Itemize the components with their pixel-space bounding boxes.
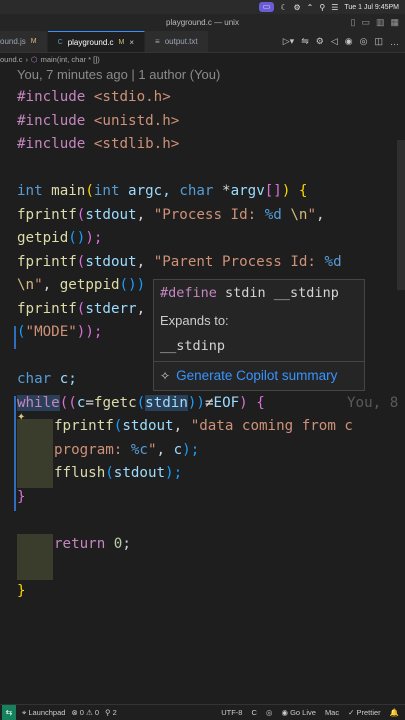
tab-output-txt[interactable]: ≡ output.txt	[145, 31, 209, 52]
code-line: while((c=fgetc(stdin))≠EOF) {You, 8	[17, 395, 399, 411]
editor-tabs: ound.js M C playground.c M × ≡ output.tx…	[0, 31, 405, 53]
copilot-status-icon[interactable]: ◎	[266, 708, 273, 717]
code-line: \n", getppid())	[17, 277, 146, 293]
ports-item[interactable]: ⚲ 2	[105, 708, 117, 717]
launchpad-label: Launchpad	[28, 707, 66, 717]
code-line: #include <stdio.h>	[17, 89, 171, 105]
hover-divider	[154, 361, 364, 362]
code-line: #include <stdlib.h>	[17, 136, 180, 152]
problems-item[interactable]: ⊗ 0 ⚠ 0	[71, 708, 99, 717]
status-left: ⇆ ⌖ Launchpad ⊗ 0 ⚠ 0 ⚲ 2	[0, 705, 117, 720]
generate-copilot-summary-label: Generate Copilot summary	[176, 368, 338, 383]
code-line: fflush(stdout);	[54, 465, 183, 481]
macos-menubar: ▭ ☾ ⚙ ⌃ ⚲ ☰ Tue 1 Jul 9:45PM	[0, 0, 405, 14]
language-mode-item[interactable]: C	[251, 708, 256, 717]
function-icon: ⬡	[31, 55, 38, 64]
settings-icon[interactable]: ⚙	[316, 36, 324, 47]
layout-panel-icon[interactable]: ▭	[361, 17, 370, 28]
open-changes-icon[interactable]: ◉	[345, 36, 353, 47]
status-bar: ⇆ ⌖ Launchpad ⊗ 0 ⚠ 0 ⚲ 2 UTF-8 C ◎ ◉ Go…	[0, 704, 405, 720]
code-line: fprintf(stderr,	[17, 301, 146, 317]
tab-label: output.txt	[164, 37, 198, 46]
run-debug-icon[interactable]: ▷▾	[283, 36, 294, 47]
moon-icon[interactable]: ☾	[280, 3, 287, 12]
code-line: }	[17, 489, 26, 505]
hover-tooltip: #define stdin __stdinp Expands to: __std…	[153, 279, 365, 391]
copilot-icon[interactable]: ◎	[360, 36, 368, 47]
code-line: }	[17, 583, 26, 599]
breadcrumb-separator: ›	[25, 55, 29, 64]
code-line: program: %c", c);	[54, 442, 200, 458]
git-blame-codelens[interactable]: You, 7 minutes ago | 1 author (You)	[17, 67, 220, 82]
code-editor[interactable]: ✦ #include <stdio.h> #include <unistd.h>…	[0, 86, 405, 704]
code-line: fprintf(stdout, "Process Id: %d \n",	[17, 207, 325, 223]
indent-highlight	[17, 465, 53, 488]
hover-expands-label: Expands to:	[160, 313, 229, 328]
code-line: return 0;	[54, 536, 131, 552]
hover-definition: #define stdin __stdinp	[160, 285, 339, 301]
gutter-change-marker	[14, 396, 16, 511]
encoding-item[interactable]: UTF-8	[221, 708, 242, 717]
tab-playground-js[interactable]: ound.js M	[0, 31, 48, 52]
code-line: fprintf(stdout, "Parent Process Id: %d	[17, 254, 342, 270]
modified-indicator: M	[118, 38, 125, 46]
layout-controls: ▯ ▭ ▥ ▦	[351, 17, 400, 28]
gutter-change-marker	[14, 326, 16, 349]
c-file-icon: C	[57, 38, 63, 46]
chevron-up-icon[interactable]: ⌃	[307, 3, 314, 12]
code-line: #include <unistd.h>	[17, 113, 180, 129]
ports-count: 2	[112, 708, 117, 717]
compare-icon[interactable]: ⇋	[301, 36, 309, 47]
code-line: getpid());	[17, 230, 103, 246]
sparkle-icon: ✧	[160, 368, 171, 383]
tab-label: playground.c	[67, 37, 114, 47]
notifications-icon[interactable]: 🔔	[390, 708, 399, 717]
breadcrumb-symbol[interactable]: main(int, char * [])	[41, 55, 100, 64]
code-line: char c;	[17, 371, 77, 387]
window-title: playground.c — unix	[166, 18, 239, 27]
split-editor-icon[interactable]: ◫	[374, 36, 383, 47]
code-line: int main(int argc, char *argv[]) {	[17, 183, 308, 199]
step-back-icon[interactable]: ◁	[331, 36, 338, 47]
gear-icon[interactable]: ⚙	[293, 3, 300, 12]
window-titlebar: playground.c — unix ▯ ▭ ▥ ▦	[0, 14, 405, 31]
search-icon[interactable]: ⚲	[319, 3, 325, 12]
tab-playground-c[interactable]: C playground.c M ×	[47, 31, 146, 52]
menubar-clock: Tue 1 Jul 9:45PM	[344, 3, 399, 11]
indent-highlight	[17, 557, 53, 580]
control-center-icon[interactable]: ☰	[331, 3, 338, 12]
code-line: ("MODE"));	[17, 324, 103, 340]
modified-indicator: M	[30, 38, 37, 45]
editor-scrollbar[interactable]	[397, 140, 405, 290]
generate-copilot-summary-link[interactable]: ✧ Generate Copilot summary	[160, 368, 337, 383]
golive-item[interactable]: ◉ Go Live	[281, 708, 316, 717]
indent-highlight	[17, 534, 53, 557]
breadcrumb: ound.c › ⬡ main(int, char * [])	[0, 53, 405, 66]
layout-sidebar-icon[interactable]: ▯	[351, 17, 356, 28]
prettier-item[interactable]: ✓ Prettier	[348, 708, 381, 717]
code-line: fprintf(stdout, "data coming from c	[54, 418, 353, 434]
close-icon[interactable]: ×	[129, 38, 134, 47]
layout-split-icon[interactable]: ▥	[376, 17, 385, 28]
golive-label: Go Live	[290, 708, 316, 717]
indent-highlight	[17, 442, 53, 465]
more-actions-icon[interactable]: …	[390, 37, 399, 47]
launchpad-item[interactable]: ⌖ Launchpad	[22, 708, 65, 718]
remote-icon[interactable]: ⇆	[2, 705, 16, 720]
menubar-app-icon[interactable]: ▭	[258, 2, 275, 12]
layout-customize-icon[interactable]: ▦	[390, 17, 399, 28]
hover-expands-value: __stdinp	[160, 338, 226, 354]
editor-actions: ▷▾ ⇋ ⚙ ◁ ◉ ◎ ◫ …	[283, 31, 405, 52]
text-file-icon: ≡	[155, 37, 160, 46]
tab-label: ound.js	[0, 37, 26, 46]
status-right: UTF-8 C ◎ ◉ Go Live Mac ✓ Prettier 🔔	[221, 708, 405, 717]
platform-item[interactable]: Mac	[325, 708, 339, 717]
breadcrumb-file[interactable]: ound.c	[0, 55, 23, 64]
